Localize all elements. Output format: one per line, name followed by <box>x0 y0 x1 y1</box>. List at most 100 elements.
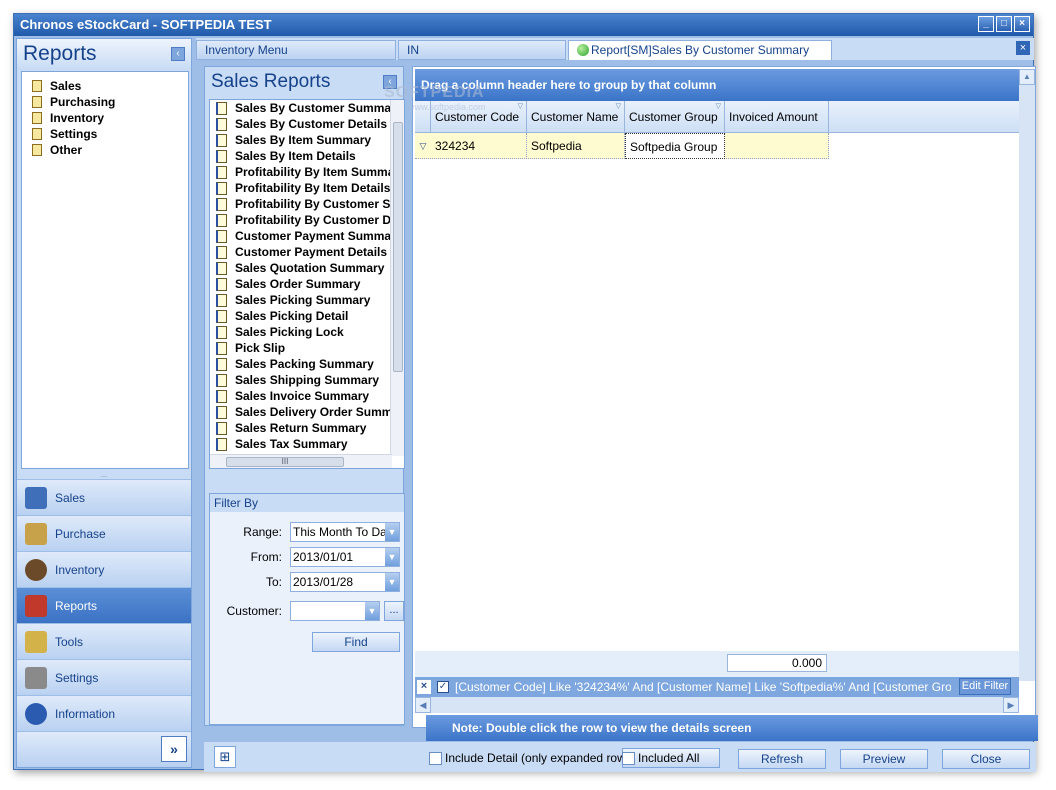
tree-item-sales[interactable]: Sales <box>32 78 188 94</box>
report-list-item[interactable]: Sales Picking Lock <box>210 324 392 340</box>
tab-sales-by-customer-summary[interactable]: Report[SM]Sales By Customer Summary <box>568 40 832 60</box>
report-list-item[interactable]: Sales Packing Summary <box>210 356 392 372</box>
report-list-item[interactable]: Profitability By Customer Summary <box>210 196 392 212</box>
from-date-picker[interactable]: 2013/01/01 ▼ <box>290 547 400 567</box>
close-tab-button[interactable]: × <box>1016 41 1030 55</box>
report-document-icon <box>216 149 227 163</box>
group-by-panel[interactable]: Drag a column header here to group by th… <box>415 69 1019 101</box>
report-list-item[interactable]: Customer Payment Summary <box>210 228 392 244</box>
settings-cabinet-icon <box>25 666 47 689</box>
report-document-icon <box>216 245 227 259</box>
title-bar[interactable]: Chronos eStockCard - SOFTPEDIA TEST _ □ … <box>14 14 1033 36</box>
cell-customer-group[interactable]: Softpedia Group <box>625 133 725 159</box>
find-button[interactable]: Find <box>312 632 400 652</box>
refresh-button[interactable]: Refresh <box>738 749 826 769</box>
report-list-item[interactable]: Sales Tax Summary <box>210 436 392 452</box>
scroll-thumb[interactable] <box>393 122 403 372</box>
report-list-item[interactable]: Sales Order Summary <box>210 276 392 292</box>
chevron-down-icon[interactable]: ▼ <box>365 602 379 620</box>
scroll-up-icon[interactable]: ▲ <box>1019 69 1035 85</box>
column-header-customer-name[interactable]: Customer Name ▽ <box>527 101 625 133</box>
report-document-icon <box>216 181 227 195</box>
report-list-item[interactable]: Profitability By Customer Details <box>210 212 392 228</box>
report-list-item[interactable]: Pick Slip <box>210 340 392 356</box>
close-button[interactable]: Close <box>942 749 1030 769</box>
nav-tools-button[interactable]: Tools <box>17 623 191 659</box>
tree-item-other[interactable]: Other <box>32 142 188 158</box>
minimize-button[interactable]: _ <box>978 16 994 32</box>
include-all-checkbox[interactable]: Included All <box>622 750 699 766</box>
report-list-item[interactable]: Sales Invoice Summary <box>210 388 392 404</box>
report-list-hscrollbar[interactable]: III <box>210 454 392 468</box>
checkbox-box[interactable] <box>429 751 442 765</box>
tree-item-purchasing[interactable]: Purchasing <box>32 94 188 110</box>
scroll-thumb[interactable]: III <box>226 457 344 467</box>
tab-in[interactable]: IN <box>398 40 566 60</box>
report-list-item[interactable]: Profitability By Item Summary <box>210 164 392 180</box>
checkbox-box[interactable] <box>622 751 635 765</box>
report-list-item[interactable]: Sales Delivery Order Summary <box>210 404 392 420</box>
report-list-item[interactable]: Sales By Item Details <box>210 148 392 164</box>
to-date-picker[interactable]: 2013/01/28 ▼ <box>290 572 400 592</box>
report-document-icon <box>216 117 227 131</box>
report-document-icon <box>216 197 227 211</box>
grid-hscrollbar[interactable]: ◀ ▶ <box>415 697 1019 713</box>
range-select[interactable]: This Month To Date ▼ <box>290 522 400 542</box>
report-document-icon <box>216 389 227 403</box>
tree-item-inventory[interactable]: Inventory <box>32 110 188 126</box>
report-list-item[interactable]: Profitability By Item Details <box>210 180 392 196</box>
nav-information-button[interactable]: Information <box>17 695 191 731</box>
tree-item-settings[interactable]: Settings <box>32 126 188 142</box>
bottom-toolbar: ⊞ Include Detail (only expanded row) Inc… <box>204 742 1036 772</box>
nav-settings-button[interactable]: Settings <box>17 659 191 695</box>
report-list-item[interactable]: Customer Payment Details <box>210 244 392 260</box>
clear-filter-icon[interactable]: × <box>417 680 431 694</box>
cell-invoiced-amount[interactable] <box>725 133 829 159</box>
edit-filter-button[interactable]: Edit Filter <box>959 678 1011 695</box>
report-list-vscrollbar[interactable] <box>390 100 404 456</box>
report-list-item[interactable]: Sales Quotation Summary <box>210 260 392 276</box>
enable-filter-checkbox[interactable]: ✓ <box>437 681 449 693</box>
report-document-icon <box>216 309 227 323</box>
filter-icon[interactable]: ▽ <box>616 103 621 111</box>
include-detail-checkbox[interactable]: Include Detail (only expanded row) <box>429 750 630 766</box>
nav-purchase-button[interactable]: Purchase <box>17 515 191 551</box>
column-header-invoiced-amount[interactable]: Invoiced Amount <box>725 101 829 133</box>
scroll-left-icon[interactable]: ◀ <box>415 697 431 713</box>
report-list-item[interactable]: Sales Picking Detail <box>210 308 392 324</box>
filter-icon[interactable]: ▽ <box>716 103 721 111</box>
report-document-icon <box>216 325 227 339</box>
report-list-item[interactable]: Sales By Customer Summary <box>210 100 392 116</box>
preview-button[interactable]: Preview <box>840 749 928 769</box>
customer-select[interactable]: ▼ <box>290 601 380 621</box>
customer-lookup-button[interactable]: ... <box>384 601 404 621</box>
collapse-left-pane-button[interactable]: ‹ <box>171 47 185 61</box>
layout-grid-icon[interactable]: ⊞ <box>214 746 236 768</box>
report-document-icon <box>216 277 227 291</box>
cell-customer-name[interactable]: Softpedia <box>527 133 625 159</box>
close-window-button[interactable]: × <box>1014 16 1030 32</box>
column-header-customer-group[interactable]: Customer Group ▽ <box>625 101 725 133</box>
grid-vscrollbar[interactable]: ▲ <box>1019 69 1035 681</box>
navbar-options-button[interactable]: » <box>161 736 187 762</box>
report-list-item[interactable]: Sales Return Summary <box>210 420 392 436</box>
report-list-item[interactable]: Sales By Item Summary <box>210 132 392 148</box>
report-list-item[interactable]: Sales Shipping Summary <box>210 372 392 388</box>
cell-customer-code[interactable]: 324234 <box>431 133 527 159</box>
tab-inventory-menu[interactable]: Inventory Menu <box>196 40 396 60</box>
chevron-down-icon[interactable]: ▼ <box>385 523 399 541</box>
table-row[interactable]: ▽ 324234 Softpedia Softpedia Group <box>415 133 829 159</box>
maximize-button[interactable]: □ <box>996 16 1012 32</box>
chevron-down-icon[interactable]: ▼ <box>385 548 399 566</box>
filter-panel: Filter By Range: This Month To Date ▼ Fro… <box>209 493 405 725</box>
chevron-down-icon[interactable]: ▼ <box>385 573 399 591</box>
nav-reports-button[interactable]: Reports <box>17 587 191 623</box>
report-list-item[interactable]: Sales Picking Summary <box>210 292 392 308</box>
nav-inventory-button[interactable]: Inventory <box>17 551 191 587</box>
report-document-icon <box>216 213 227 227</box>
scroll-right-icon[interactable]: ▶ <box>1003 697 1019 713</box>
filter-icon[interactable]: ▽ <box>518 103 523 111</box>
report-list-item[interactable]: Sales By Customer Details <box>210 116 392 132</box>
nav-sales-button[interactable]: Sales <box>17 479 191 515</box>
report-grid-pane: Drag a column header here to group by th… <box>412 66 1036 728</box>
